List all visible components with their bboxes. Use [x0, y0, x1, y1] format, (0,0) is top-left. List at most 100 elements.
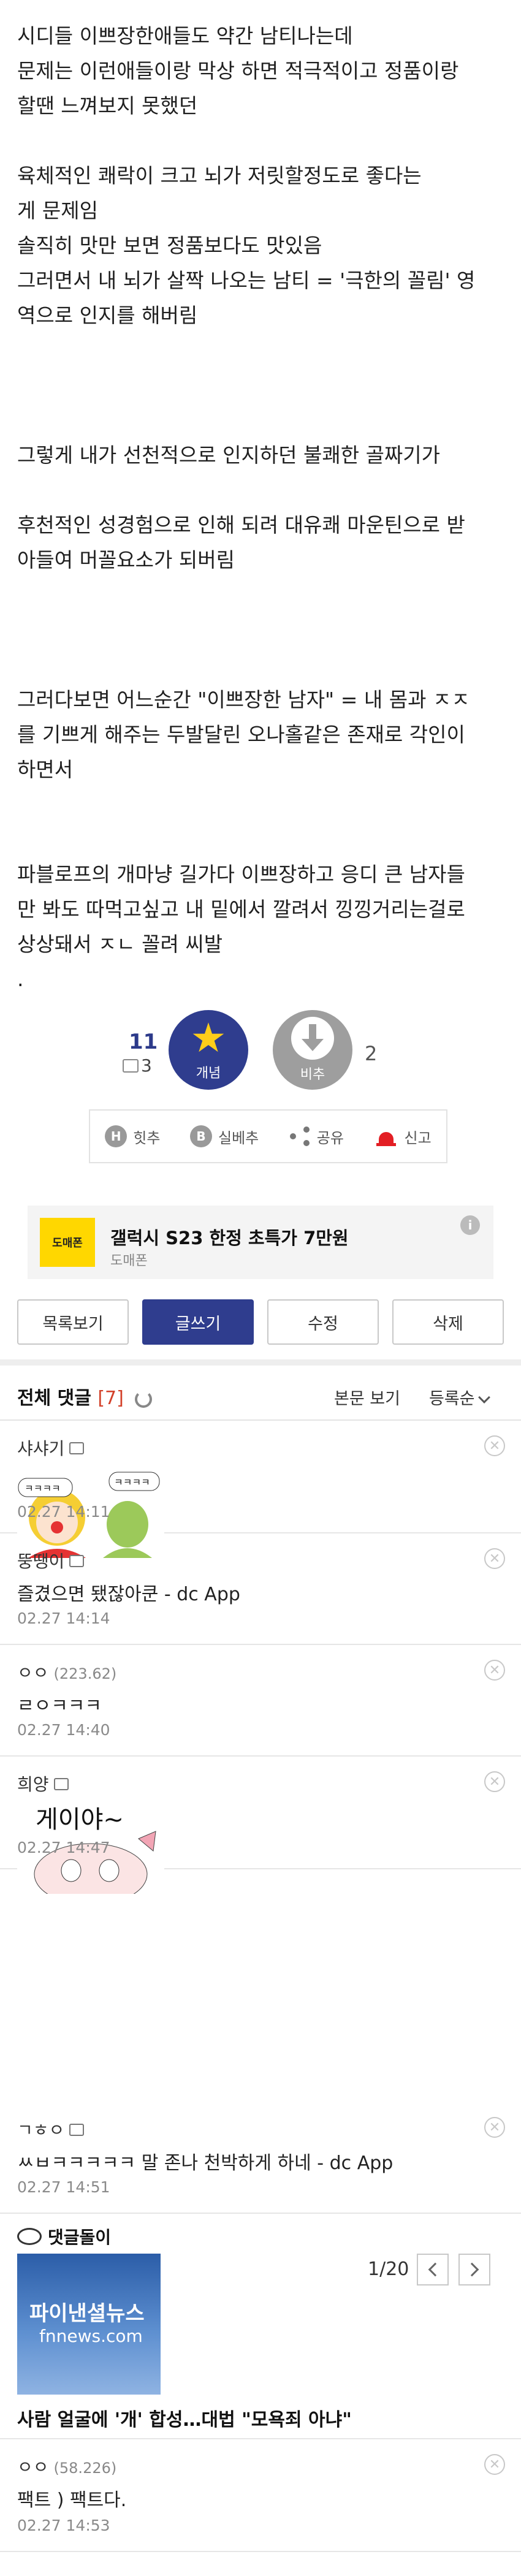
post-line: 게 문제임: [17, 199, 98, 222]
speech-bubble-text-2: ㅋㅋㅋㅋ: [114, 1476, 150, 1488]
post-line: 만 봐도 따먹고싶고 내 밑에서 깔려서 낑낑거리는걸로: [17, 897, 465, 921]
post-line: 그러다보면 어느순간 "이쁘장한 남자" = 내 몸과 ㅈㅈ: [17, 688, 470, 712]
delete-comment-icon[interactable]: ✕: [484, 1771, 505, 1792]
post-button-row: 목록보기 글쓰기 수정 삭제: [17, 1299, 504, 1345]
comment-item: 뚱땡이 ✕ 즐겼으면 됐잖아쿤 - dc App 02.27 14:14: [0, 1535, 521, 1645]
chevron-left-icon: [428, 2262, 443, 2277]
image-caption: 게이야~: [36, 1806, 124, 1834]
edit-button[interactable]: 수정: [267, 1299, 379, 1345]
report-button[interactable]: 신고: [374, 1126, 432, 1147]
chevron-down-icon: [477, 1391, 490, 1404]
comment-author-name: 샤샤기: [17, 1438, 65, 1459]
delete-comment-icon[interactable]: ✕: [484, 2117, 505, 2138]
nickname-icon: [53, 1778, 69, 1790]
hit-icon: H: [105, 1125, 127, 1147]
hair-ribbon: [138, 1831, 156, 1852]
post-line: 후천적인 성경험으로 인해 되려 대유쾌 마운틴으로 받: [17, 513, 465, 537]
delete-comment-icon[interactable]: ✕: [484, 2454, 505, 2475]
nickname-icon: [69, 1555, 85, 1567]
comment-text: 즐겼으면 됐잖아쿤 - dc App: [17, 1584, 240, 1605]
recommend-count: 11: [129, 1030, 158, 1054]
news-thumbnail[interactable]: 파이낸셜뉴스 fnnews.com: [17, 2254, 161, 2395]
post-line: 할땐 느껴보지 못했던: [17, 94, 198, 118]
comment-author-name: 뚱땡이: [17, 1551, 65, 1571]
recommend-button[interactable]: ★ 개념: [169, 1010, 248, 1090]
star-icon: ★: [190, 1014, 227, 1062]
down-arrow-icon: [291, 1017, 334, 1060]
comment-bot-title: 댓글돌이: [17, 2224, 111, 2249]
post-line: .: [17, 967, 24, 991]
post-line: 역으로 인지를 해버림: [17, 303, 198, 327]
nickname-icon: [69, 2124, 85, 2136]
post-line: [17, 473, 508, 507]
view-body-button[interactable]: 본문 보기: [334, 1385, 400, 1409]
report-label: 신고: [404, 1129, 432, 1147]
hit-label: 힛추: [133, 1129, 161, 1147]
news-headline[interactable]: 사람 얼굴에 '개' 합성…대법 "모욕죄 아냐": [17, 2404, 352, 2431]
hit-button[interactable]: H 힛추: [105, 1125, 160, 1147]
comment-date: 02.27 14:11: [17, 1503, 110, 1521]
write-button[interactable]: 글쓰기: [142, 1299, 254, 1345]
next-news-button[interactable]: [458, 2254, 490, 2285]
ad-title: 갤럭시 S23 한정 초특가 7만원: [110, 1228, 349, 1248]
ad-banner[interactable]: 도매폰 갤럭시 S23 한정 초특가 7만원 도매폰 i: [28, 1206, 493, 1279]
comment-author-name: ㅇㅇ: [17, 1663, 49, 1683]
comment-author: ㄱㅎㅇ: [17, 2117, 85, 2141]
post-line: 하면서: [17, 758, 74, 781]
post-line: [17, 787, 508, 822]
share-label: 공유: [316, 1129, 344, 1147]
list-button[interactable]: 목록보기: [17, 1299, 129, 1345]
post-line: [17, 612, 508, 647]
comments-header: 전체 댓글 [7] 본문 보기 등록순: [0, 1366, 521, 1421]
nickname-icon: [69, 1442, 85, 1454]
post-line: 솔직히 맛만 보면 정품보다도 맛있음: [17, 234, 322, 257]
refresh-icon[interactable]: [135, 1390, 153, 1408]
comment-bot-section: 댓글돌이 파이낸셜뉴스 fnnews.com 1/20 사람 얼굴에 '개' 합…: [0, 2216, 521, 2439]
speech-bubble-text: ㅋㅋㅋㅋ: [25, 1483, 61, 1494]
share-button[interactable]: 공유: [289, 1125, 344, 1147]
post-line: 시디들 이쁘장한애들도 약간 남티나는데: [17, 24, 353, 48]
post-line: [17, 577, 508, 612]
ad-subtitle: 도매폰: [110, 1253, 148, 1269]
nonrecommend-button[interactable]: 비추: [273, 1010, 352, 1090]
delete-comment-icon[interactable]: ✕: [484, 1435, 505, 1456]
ad-logo: 도매폰: [40, 1218, 95, 1267]
comment-author: ㅇㅇ (223.62): [17, 1660, 116, 1684]
sort-dropdown[interactable]: 등록순: [429, 1385, 490, 1409]
comments-count: [7]: [97, 1388, 124, 1409]
bot-icon: [17, 2228, 42, 2245]
post-line: 육체적인 쾌락이 크고 뇌가 저릿할정도로 좋다는: [17, 164, 422, 188]
comment-author-name: ㄱㅎㅇ: [17, 2120, 65, 2140]
delete-comment-icon[interactable]: ✕: [484, 1660, 505, 1681]
best-button[interactable]: B 실베추: [189, 1125, 259, 1147]
post-line: [17, 822, 508, 857]
comment-date: 02.27 14:53: [17, 2517, 110, 2534]
post-line: [17, 368, 508, 403]
comment-author-name: ㅇㅇ: [17, 2457, 49, 2477]
action-bar: H 힛추 B 실베추 공유 신고: [89, 1109, 447, 1163]
section-divider: [0, 1359, 521, 1366]
comment-author: ㅇㅇ (58.226): [17, 2454, 116, 2479]
comment-date: 02.27 14:51: [17, 2178, 110, 2196]
siren-icon: [374, 1126, 398, 1147]
comment-ip: (58.226): [53, 2460, 117, 2477]
comment-date: 02.27 14:40: [17, 1721, 110, 1739]
share-icon: [289, 1125, 311, 1147]
delete-button[interactable]: 삭제: [392, 1299, 504, 1345]
post-line: 그러면서 내 뇌가 살짝 나오는 남티 = '극한의 꼴림' 영: [17, 268, 476, 292]
info-icon[interactable]: i: [460, 1215, 480, 1235]
comment-item: ㅇㅇ (223.62) ✕ ㄹㅇㅋㅋㅋ 02.27 14:40: [0, 1646, 521, 1757]
delete-comment-icon[interactable]: ✕: [484, 1548, 505, 1569]
prev-news-button[interactable]: [417, 2254, 449, 2285]
nonrecommend-count: 2: [365, 1042, 378, 1065]
chevron-right-icon: [465, 2262, 479, 2277]
comment-text: ㅆㅂㅋㅋㅋㅋㅋ 말 존나 천박하게 하네 - dc App: [17, 2152, 394, 2174]
comment-author: 희양: [17, 1771, 69, 1796]
post-line: [17, 647, 508, 682]
comment-ip: (223.62): [53, 1665, 117, 1682]
character-nose: [51, 1521, 63, 1533]
comments-title-text: 전체 댓글: [17, 1388, 91, 1409]
comment-author: 뚱땡이: [17, 1548, 85, 1573]
comment-text: 팩트 ) 팩트다.: [17, 2490, 127, 2511]
comment-author: 샤샤기: [17, 1435, 85, 1460]
